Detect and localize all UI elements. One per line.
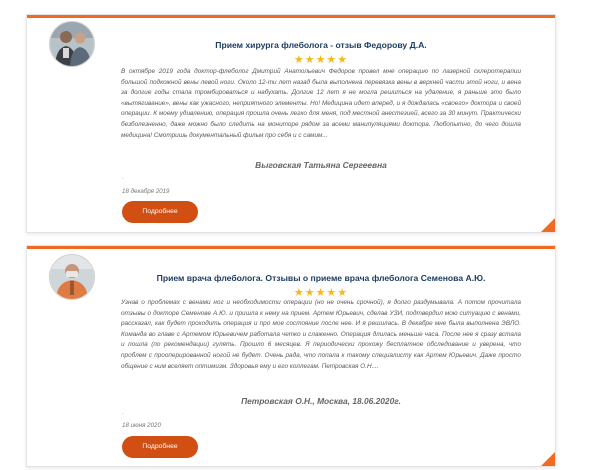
- details-button[interactable]: Подробнее: [122, 201, 198, 223]
- review-title: Прием врача флеболога. Отзывы о приеме в…: [156, 273, 486, 283]
- review-author: Петровская О.Н., Москва, 18.06.2020г.: [241, 396, 401, 406]
- review-card: Прием врача флеболога. Отзывы о приеме в…: [26, 245, 556, 467]
- review-text: В октябре 2019 года доктор-флеболог Дмит…: [121, 68, 521, 139]
- review-title: Прием хирурга флеболога - отзыв Федорову…: [215, 40, 427, 50]
- review-author: Выговская Татьяна Сергеевна: [255, 160, 387, 170]
- review-date: 18 декабря 2019: [122, 188, 170, 195]
- review-card: Прием хирурга флеболога - отзыв Федорову…: [26, 14, 556, 233]
- separator-dot: .: [122, 410, 124, 416]
- review-text: Узнав о проблемах с венами ног и необход…: [121, 299, 521, 370]
- details-button[interactable]: Подробнее: [122, 436, 198, 458]
- separator-dot: .: [122, 175, 124, 181]
- corner-accent: [541, 452, 555, 466]
- card-accent-bar: [27, 246, 555, 249]
- card-accent-bar: [27, 15, 555, 18]
- corner-accent: [541, 218, 555, 232]
- rating-stars: ★★★★★: [293, 54, 349, 66]
- review-date: 18 июня 2020: [122, 422, 161, 429]
